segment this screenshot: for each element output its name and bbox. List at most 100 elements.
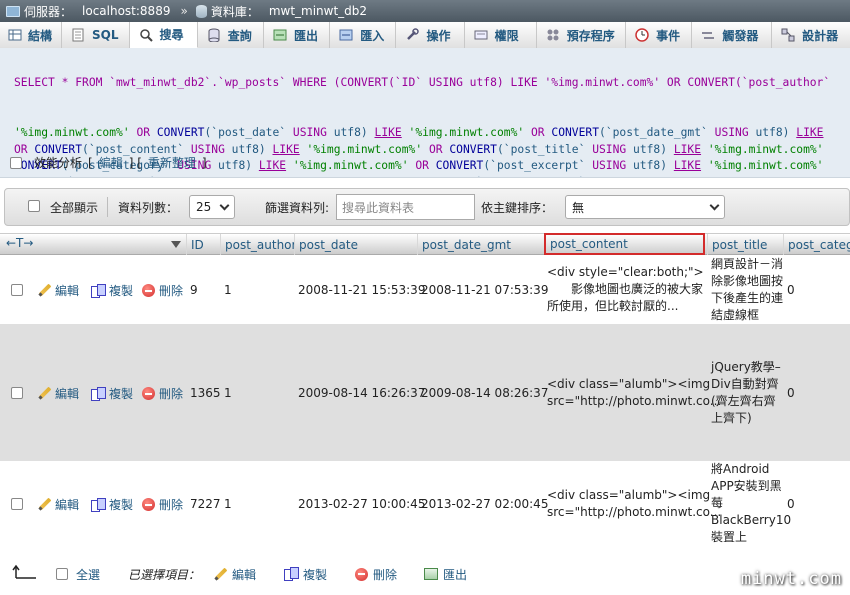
- row-copy-button[interactable]: 複製: [91, 385, 133, 402]
- column-header-post-author[interactable]: post_author: [220, 234, 294, 256]
- bulk-copy-button[interactable]: 複製: [284, 562, 327, 586]
- row-copy-button[interactable]: 複製: [91, 282, 133, 299]
- row-copy-button[interactable]: 複製: [91, 496, 133, 513]
- bulk-delete-button[interactable]: 刪除: [355, 562, 397, 586]
- sort-by-key-value: 無: [572, 200, 585, 215]
- cell-post-date-gmt: 2008-11-21 07:53:39: [421, 283, 549, 297]
- cell-post-content: <div style="clear:both;"> 影像地圖也廣泛的被大家 所使用…: [547, 264, 704, 315]
- filter-rows-input[interactable]: 搜尋此資料表: [336, 194, 475, 220]
- sort-label: 依主鍵排序：: [481, 200, 554, 215]
- check-all-checkbox[interactable]: [56, 568, 68, 580]
- sql-like-link[interactable]: LIKE: [245, 176, 272, 177]
- profiling-label: 效能分析: [34, 156, 83, 170]
- column-arrow-control[interactable]: ←T→: [6, 236, 33, 250]
- sql-token: CONVERT: [422, 176, 470, 177]
- filter-label: 篩選資料列:: [265, 200, 330, 215]
- database-value[interactable]: mwt_minwt_db2: [269, 4, 367, 18]
- tab-label: 匯入: [360, 28, 385, 43]
- content-line: 影像地圖也廣泛的被大家: [547, 282, 704, 296]
- export-icon: [272, 28, 288, 42]
- tab-label: 權限: [494, 28, 519, 43]
- row-edit-button[interactable]: 編輯: [38, 282, 79, 299]
- row-delete-button[interactable]: 刪除: [142, 496, 183, 513]
- tab-events[interactable]: 事件: [626, 22, 693, 48]
- search-icon: [138, 28, 154, 42]
- row-delete-button[interactable]: 刪除: [142, 385, 183, 402]
- edit-query-link[interactable]: 編輯: [99, 154, 123, 171]
- sql-like-link[interactable]: LIKE: [272, 143, 299, 156]
- sql-token: (`post_excerpt`: [483, 159, 593, 173]
- sql-like-link[interactable]: LIKE: [375, 126, 402, 139]
- column-header-post-content[interactable]: post_content: [544, 233, 705, 255]
- bulk-edit-button[interactable]: 編輯: [214, 562, 256, 586]
- sort-by-key-select[interactable]: 無: [565, 195, 725, 219]
- row-delete-button[interactable]: 刪除: [142, 282, 183, 299]
- pencil-icon: [38, 284, 51, 297]
- sql-like-link[interactable]: LIKE: [796, 126, 823, 139]
- tab-export[interactable]: 匯出: [263, 22, 331, 48]
- profiling-checkbox[interactable]: [10, 156, 22, 169]
- tab-import[interactable]: 匯入: [330, 22, 397, 48]
- breadcrumb-database[interactable]: 資料庫： mwt_minwt_db2: [195, 3, 367, 20]
- delete-icon: [142, 387, 155, 400]
- sql-query-box: SELECT * FROM `mwt_minwt_db2`.`wp_posts`…: [0, 48, 850, 178]
- sort-dropdown-icon[interactable]: [171, 241, 181, 248]
- copy-icon: [91, 386, 106, 401]
- sql-token: '%img.minwt.com%': [408, 125, 525, 139]
- row-edit-button[interactable]: 編輯: [38, 385, 79, 402]
- sql-like-link[interactable]: LIKE: [674, 176, 701, 177]
- sql-token: utf8): [626, 176, 674, 177]
- sql-like-link[interactable]: LIKE: [674, 143, 701, 156]
- sql-token: CONVERT: [449, 142, 497, 156]
- tab-search[interactable]: 搜尋: [129, 22, 198, 48]
- tab-structure[interactable]: 結構: [0, 22, 62, 48]
- tab-designer[interactable]: 設計器: [772, 22, 850, 48]
- sql-token: utf8): [211, 159, 259, 173]
- row-checkbox[interactable]: [11, 387, 23, 399]
- column-header-post-date[interactable]: post_date: [294, 234, 417, 256]
- sql-like-link[interactable]: LIKE: [674, 159, 701, 172]
- column-header-post-date-gmt[interactable]: post_date_gmt: [417, 234, 543, 256]
- sql-like-link[interactable]: LIKE: [259, 159, 286, 172]
- sql-line: '%img.minwt.com%' OR CONVERT(`post_date`…: [14, 125, 850, 142]
- check-all-label[interactable]: 全選: [76, 562, 100, 586]
- tab-operations[interactable]: 操作: [396, 22, 465, 48]
- server-value[interactable]: localhost:8889: [82, 4, 170, 18]
- bulk-export-button[interactable]: 匯出: [424, 562, 467, 586]
- cell-post-author: 1: [224, 283, 232, 297]
- pencil-icon: [214, 568, 227, 581]
- tab-routines[interactable]: 預存程序: [536, 22, 627, 48]
- title-line: jQuery教學–: [711, 360, 781, 374]
- row-delete-label: 刪除: [159, 284, 184, 298]
- tab-label: 搜尋: [159, 28, 184, 42]
- bulk-delete-label: 刪除: [373, 567, 398, 582]
- triggers-icon: [700, 28, 716, 42]
- content-line: <div class="alumb"><img: [547, 377, 711, 391]
- row-edit-button[interactable]: 編輯: [38, 496, 79, 513]
- show-all-checkbox[interactable]: [28, 200, 40, 212]
- sql-token: (`post_title`: [496, 142, 593, 156]
- refresh-link[interactable]: 重新整理: [148, 154, 196, 171]
- table-row: 編輯 複製 刪除 9 1 2008-11-21 15:53:39 2008-11-21 07…: [0, 255, 850, 324]
- row-copy-label: 複製: [109, 387, 134, 401]
- rows-per-page-select[interactable]: 25: [189, 195, 235, 219]
- sql-token: '%img.minwt.com%': [14, 125, 130, 139]
- column-header-post-category[interactable]: post_catego: [783, 234, 850, 256]
- tab-triggers[interactable]: 觸發器: [692, 22, 773, 48]
- title-line: 下後產生的連: [711, 291, 784, 305]
- bracket-open: [: [88, 155, 93, 170]
- tab-bar: 結構 SQL 搜尋 查詢 匯出 匯入 操作 權限 預存程序 事件 觸發器 設計器: [0, 22, 850, 48]
- tab-query[interactable]: 查詢: [197, 22, 264, 48]
- column-header-id[interactable]: ID: [186, 234, 220, 256]
- rows-per-page-value: 25: [196, 200, 212, 214]
- tab-privileges[interactable]: 權限: [464, 22, 537, 48]
- show-all-label[interactable]: 全部顯示: [50, 189, 98, 225]
- row-checkbox[interactable]: [11, 284, 23, 296]
- tab-sql[interactable]: SQL: [62, 22, 130, 48]
- breadcrumb-server[interactable]: 伺服器： localhost:8889: [6, 3, 170, 20]
- row-checkbox[interactable]: [11, 498, 23, 510]
- table-header: ←T→ ID post_author post_date post_date_g…: [0, 233, 850, 256]
- title-line: 上齊下): [711, 411, 752, 425]
- content-line: src="http://photo.minwt.co...: [547, 394, 722, 408]
- column-header-post-title[interactable]: post_title: [707, 234, 783, 256]
